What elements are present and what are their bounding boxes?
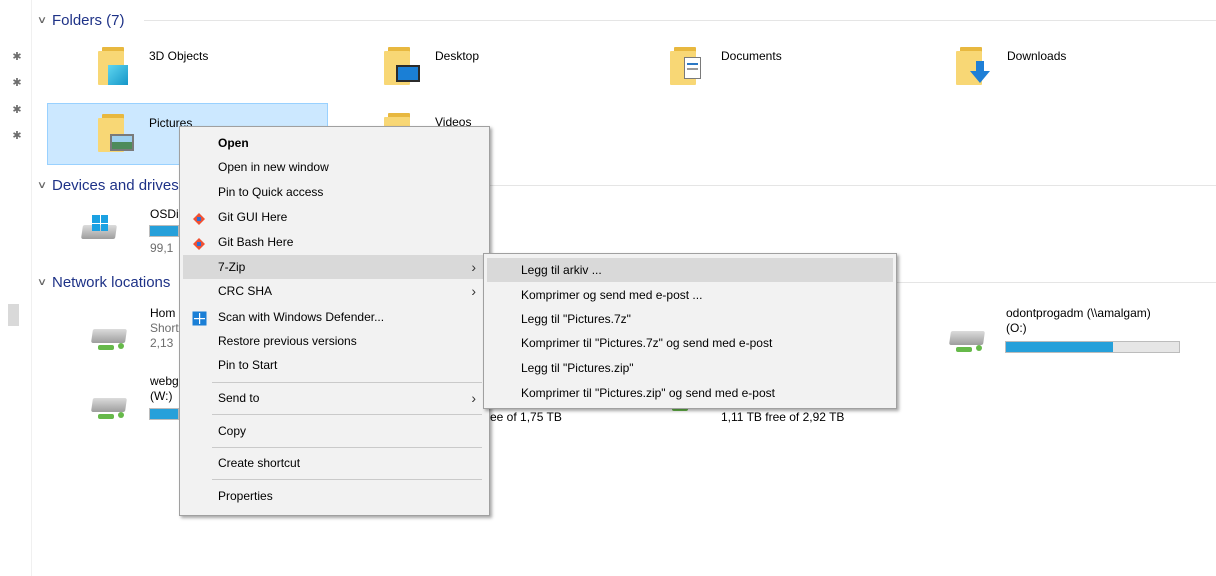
menu-separator [212,447,482,448]
documents-folder-icon [670,45,704,85]
network-tile-odontprogadm[interactable]: odontprogadm (\\amalgam) (O:) [944,303,1184,363]
drive-free-space-text: 1,11 TB free of 2,92 TB [721,410,845,424]
menu-separator [212,382,482,383]
folder-tile-desktop[interactable]: Desktop [334,37,614,97]
menu-item-pin-quick-access[interactable]: Pin to Quick access [183,180,486,204]
network-drive-icon [948,321,988,355]
menu-item-properties[interactable]: Properties [183,484,486,508]
submenu-item-compress-email[interactable]: Komprimer og send med e-post ... [487,283,893,307]
menu-item-send-to[interactable]: Send to › [183,386,486,410]
chevron-down-icon: ∨ [36,276,48,288]
pin-icon: ✱ [12,77,22,89]
navigation-scroll-indicator [8,304,19,326]
drive-usage-bar [149,408,179,420]
network-drive-icon [90,388,130,422]
network-drive-icon [90,319,130,353]
submenu-7zip: Legg til arkiv ... Komprimer og send med… [483,253,897,409]
git-icon [192,210,206,225]
network-tile-webg[interactable]: webg (W:) [80,372,180,432]
3d-objects-folder-icon [98,45,132,85]
chevron-right-icon: › [471,283,476,299]
git-icon [192,235,206,250]
menu-separator [212,479,482,480]
chevron-down-icon: ∨ [36,14,48,26]
menu-item-git-gui[interactable]: Git GUI Here [183,205,486,229]
divider [144,20,1216,21]
chevron-right-icon: › [471,259,476,275]
context-menu: Open Open in new window Pin to Quick acc… [179,126,490,516]
menu-item-restore-versions[interactable]: Restore previous versions [183,329,486,353]
submenu-item-add-archive[interactable]: Legg til arkiv ... [487,258,893,282]
menu-item-open-new-window[interactable]: Open in new window [183,155,486,179]
divider [486,185,1216,186]
folder-tile-downloads[interactable]: Downloads [906,37,1186,97]
pin-icon: ✱ [12,51,22,63]
submenu-item-compress-7z-email[interactable]: Komprimer til "Pictures.7z" og send med … [487,331,893,355]
network-tile-home[interactable]: Hom Short 2,13 [80,303,180,363]
submenu-item-add-zip[interactable]: Legg til "Pictures.zip" [487,356,893,380]
drive-icon [80,215,120,249]
chevron-down-icon: ∨ [36,179,48,191]
group-header-folders[interactable]: ∨ Folders (7) [36,10,1216,30]
chevron-right-icon: › [471,390,476,406]
submenu-item-compress-zip-email[interactable]: Komprimer til "Pictures.zip" og send med… [487,381,893,405]
submenu-item-add-7z[interactable]: Legg til "Pictures.7z" [487,307,893,331]
menu-item-crc-sha[interactable]: CRC SHA › [183,279,486,303]
menu-item-pin-start[interactable]: Pin to Start [183,353,486,377]
folder-tile-3d-objects[interactable]: 3D Objects [48,37,328,97]
menu-separator [212,414,482,415]
drive-usage-bar [1005,341,1180,353]
menu-item-scan-defender[interactable]: Scan with Windows Defender... [183,305,486,329]
drive-free-space-text: ee of 1,75 TB [490,410,562,424]
drive-usage-bar [149,225,179,237]
pin-icon: ✱ [12,130,22,142]
drive-tile-osdisk[interactable]: OSDi 99,1 [80,205,180,265]
folder-tile-documents[interactable]: Documents [620,37,900,97]
desktop-folder-icon [384,45,420,85]
menu-item-git-bash[interactable]: Git Bash Here [183,230,486,254]
downloads-folder-icon [956,45,990,85]
pin-icon: ✱ [12,104,22,116]
windows-defender-icon [192,310,207,326]
menu-item-7zip[interactable]: 7-Zip › [183,255,486,279]
menu-item-create-shortcut[interactable]: Create shortcut [183,451,486,475]
pictures-folder-icon [98,112,134,152]
menu-item-copy[interactable]: Copy [183,419,486,443]
menu-item-open[interactable]: Open [183,131,486,155]
navigation-pane: ✱ ✱ ✱ ✱ [0,0,32,576]
